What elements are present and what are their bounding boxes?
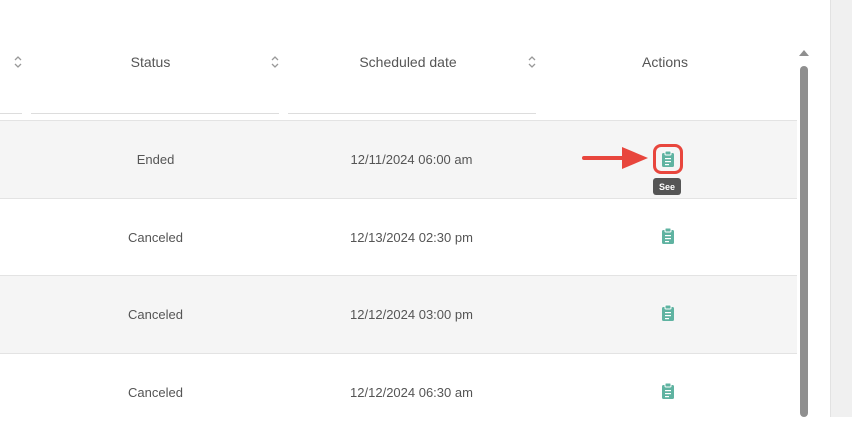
sort-arrows-icon[interactable] bbox=[14, 55, 22, 69]
status-cell: Canceled bbox=[128, 307, 183, 322]
clipboard-icon bbox=[662, 304, 674, 321]
tooltip-label: See bbox=[658, 181, 675, 192]
scheduled-date-cell: 12/13/2024 02:30 pm bbox=[350, 230, 473, 245]
status-cell: Canceled bbox=[128, 385, 183, 400]
scheduled-date-cell: 12/12/2024 06:30 am bbox=[350, 385, 473, 400]
data-table: Status Scheduled date Actions Ended 12/1… bbox=[0, 0, 797, 417]
filter-input-previous[interactable] bbox=[0, 113, 22, 114]
column-header-actions: Actions bbox=[545, 52, 785, 72]
sort-arrows-icon[interactable] bbox=[528, 55, 536, 69]
clipboard-icon bbox=[662, 382, 674, 399]
table-row: Canceled 12/12/2024 06:30 am bbox=[0, 353, 797, 431]
side-panel bbox=[830, 0, 852, 417]
filter-input-scheduled-date[interactable] bbox=[288, 113, 536, 114]
column-header-scheduled-date[interactable]: Scheduled date bbox=[288, 52, 528, 72]
scrollbar-thumb[interactable] bbox=[800, 66, 808, 417]
column-header-status[interactable]: Status bbox=[33, 52, 268, 72]
scheduled-date-cell: 12/11/2024 06:00 am bbox=[350, 152, 473, 167]
scroll-up-icon[interactable] bbox=[799, 50, 809, 56]
highlight-box bbox=[653, 144, 683, 174]
status-cell: Canceled bbox=[128, 230, 183, 245]
see-button[interactable] bbox=[660, 382, 676, 400]
table-header: Status Scheduled date Actions bbox=[0, 0, 797, 120]
column-header-status-label: Status bbox=[130, 54, 171, 70]
status-cell: Ended bbox=[136, 152, 175, 167]
see-button[interactable] bbox=[660, 304, 676, 322]
column-header-scheduled-date-label: Scheduled date bbox=[359, 54, 457, 70]
red-arrow-icon bbox=[582, 147, 648, 169]
clipboard-icon bbox=[662, 227, 674, 244]
sort-arrows-icon[interactable] bbox=[271, 55, 279, 69]
tooltip: See bbox=[653, 178, 681, 195]
table-row: Canceled 12/13/2024 02:30 pm bbox=[0, 198, 797, 276]
column-header-actions-label: Actions bbox=[642, 54, 688, 70]
scheduled-date-cell: 12/12/2024 03:00 pm bbox=[350, 307, 473, 322]
table-row: Canceled 12/12/2024 03:00 pm bbox=[0, 275, 797, 353]
see-button[interactable] bbox=[660, 227, 676, 245]
filter-input-status[interactable] bbox=[31, 113, 279, 114]
